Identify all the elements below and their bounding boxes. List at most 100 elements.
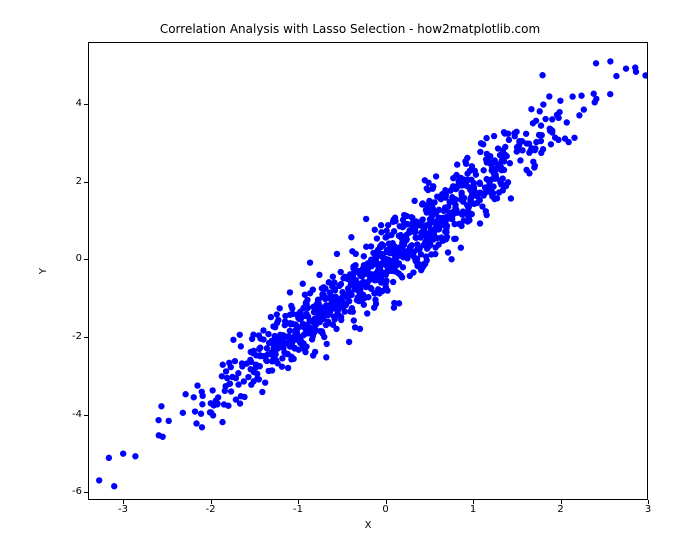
- data-point[interactable]: [556, 109, 562, 115]
- data-point[interactable]: [194, 382, 200, 388]
- data-point[interactable]: [477, 149, 483, 155]
- data-point[interactable]: [241, 394, 247, 400]
- data-point[interactable]: [288, 303, 294, 309]
- data-point[interactable]: [542, 116, 548, 122]
- data-point[interactable]: [219, 419, 225, 425]
- data-point[interactable]: [238, 343, 244, 349]
- data-point[interactable]: [191, 394, 197, 400]
- data-point[interactable]: [442, 207, 448, 213]
- data-point[interactable]: [450, 175, 456, 181]
- data-point[interactable]: [438, 196, 444, 202]
- data-point[interactable]: [569, 93, 575, 99]
- data-point[interactable]: [281, 349, 287, 355]
- data-point[interactable]: [483, 135, 489, 141]
- data-point[interactable]: [454, 161, 460, 167]
- data-point[interactable]: [495, 145, 501, 151]
- data-point[interactable]: [277, 332, 283, 338]
- data-point[interactable]: [528, 106, 534, 112]
- data-point[interactable]: [302, 313, 308, 319]
- data-point[interactable]: [564, 119, 570, 125]
- data-point[interactable]: [327, 289, 333, 295]
- data-point[interactable]: [433, 224, 439, 230]
- data-point[interactable]: [323, 354, 329, 360]
- data-point[interactable]: [111, 483, 117, 489]
- data-point[interactable]: [182, 391, 188, 397]
- data-point[interactable]: [443, 217, 449, 223]
- data-point[interactable]: [424, 209, 430, 215]
- data-point[interactable]: [456, 221, 462, 227]
- data-point[interactable]: [623, 65, 629, 71]
- data-point[interactable]: [324, 304, 330, 310]
- data-point[interactable]: [364, 310, 370, 316]
- data-point[interactable]: [254, 371, 260, 377]
- data-point[interactable]: [227, 380, 233, 386]
- data-point[interactable]: [459, 211, 465, 217]
- data-point[interactable]: [375, 263, 381, 269]
- data-point[interactable]: [540, 146, 546, 152]
- data-point[interactable]: [211, 402, 217, 408]
- data-point[interactable]: [539, 72, 545, 78]
- data-point[interactable]: [502, 130, 508, 136]
- data-point[interactable]: [506, 137, 512, 143]
- data-point[interactable]: [279, 363, 285, 369]
- data-point[interactable]: [469, 193, 475, 199]
- data-point[interactable]: [320, 309, 326, 315]
- data-point[interactable]: [260, 327, 266, 333]
- data-point[interactable]: [479, 203, 485, 209]
- data-point[interactable]: [384, 233, 390, 239]
- data-point[interactable]: [335, 297, 341, 303]
- data-point[interactable]: [391, 228, 397, 234]
- data-point[interactable]: [443, 236, 449, 242]
- data-point[interactable]: [303, 324, 309, 330]
- data-point[interactable]: [319, 285, 325, 291]
- data-point[interactable]: [269, 352, 275, 358]
- data-point[interactable]: [433, 173, 439, 179]
- data-point[interactable]: [508, 195, 514, 201]
- data-point[interactable]: [540, 101, 546, 107]
- data-point[interactable]: [477, 181, 483, 187]
- data-point[interactable]: [350, 309, 356, 315]
- data-point[interactable]: [338, 269, 344, 275]
- data-point[interactable]: [274, 311, 280, 317]
- data-point[interactable]: [412, 221, 418, 227]
- data-point[interactable]: [224, 375, 230, 381]
- data-point[interactable]: [404, 213, 410, 219]
- data-point[interactable]: [286, 337, 292, 343]
- data-point[interactable]: [491, 196, 497, 202]
- data-point[interactable]: [530, 159, 536, 165]
- data-point[interactable]: [384, 268, 390, 274]
- data-point[interactable]: [353, 251, 359, 257]
- data-point[interactable]: [357, 326, 363, 332]
- data-point[interactable]: [180, 410, 186, 416]
- data-point[interactable]: [222, 388, 228, 394]
- data-point[interactable]: [419, 201, 425, 207]
- data-point[interactable]: [307, 290, 313, 296]
- data-point[interactable]: [462, 158, 468, 164]
- data-point[interactable]: [210, 412, 216, 418]
- data-point[interactable]: [480, 192, 486, 198]
- data-point[interactable]: [555, 137, 561, 143]
- data-point[interactable]: [428, 251, 434, 257]
- data-point[interactable]: [358, 281, 364, 287]
- data-point[interactable]: [557, 98, 563, 104]
- data-point[interactable]: [399, 224, 405, 230]
- data-point[interactable]: [288, 353, 294, 359]
- data-point[interactable]: [400, 239, 406, 245]
- data-point[interactable]: [287, 289, 293, 295]
- data-point[interactable]: [209, 387, 215, 393]
- data-point[interactable]: [391, 300, 397, 306]
- data-point[interactable]: [424, 232, 430, 238]
- data-point[interactable]: [237, 400, 243, 406]
- data-point[interactable]: [448, 256, 454, 262]
- data-point[interactable]: [346, 339, 352, 345]
- data-point[interactable]: [198, 411, 204, 417]
- data-point[interactable]: [372, 227, 378, 233]
- data-point[interactable]: [277, 305, 283, 311]
- data-point[interactable]: [156, 432, 162, 438]
- data-point[interactable]: [368, 243, 374, 249]
- data-point[interactable]: [378, 222, 384, 228]
- data-point[interactable]: [285, 365, 291, 371]
- data-point[interactable]: [427, 216, 433, 222]
- data-point[interactable]: [120, 450, 126, 456]
- data-point[interactable]: [452, 196, 458, 202]
